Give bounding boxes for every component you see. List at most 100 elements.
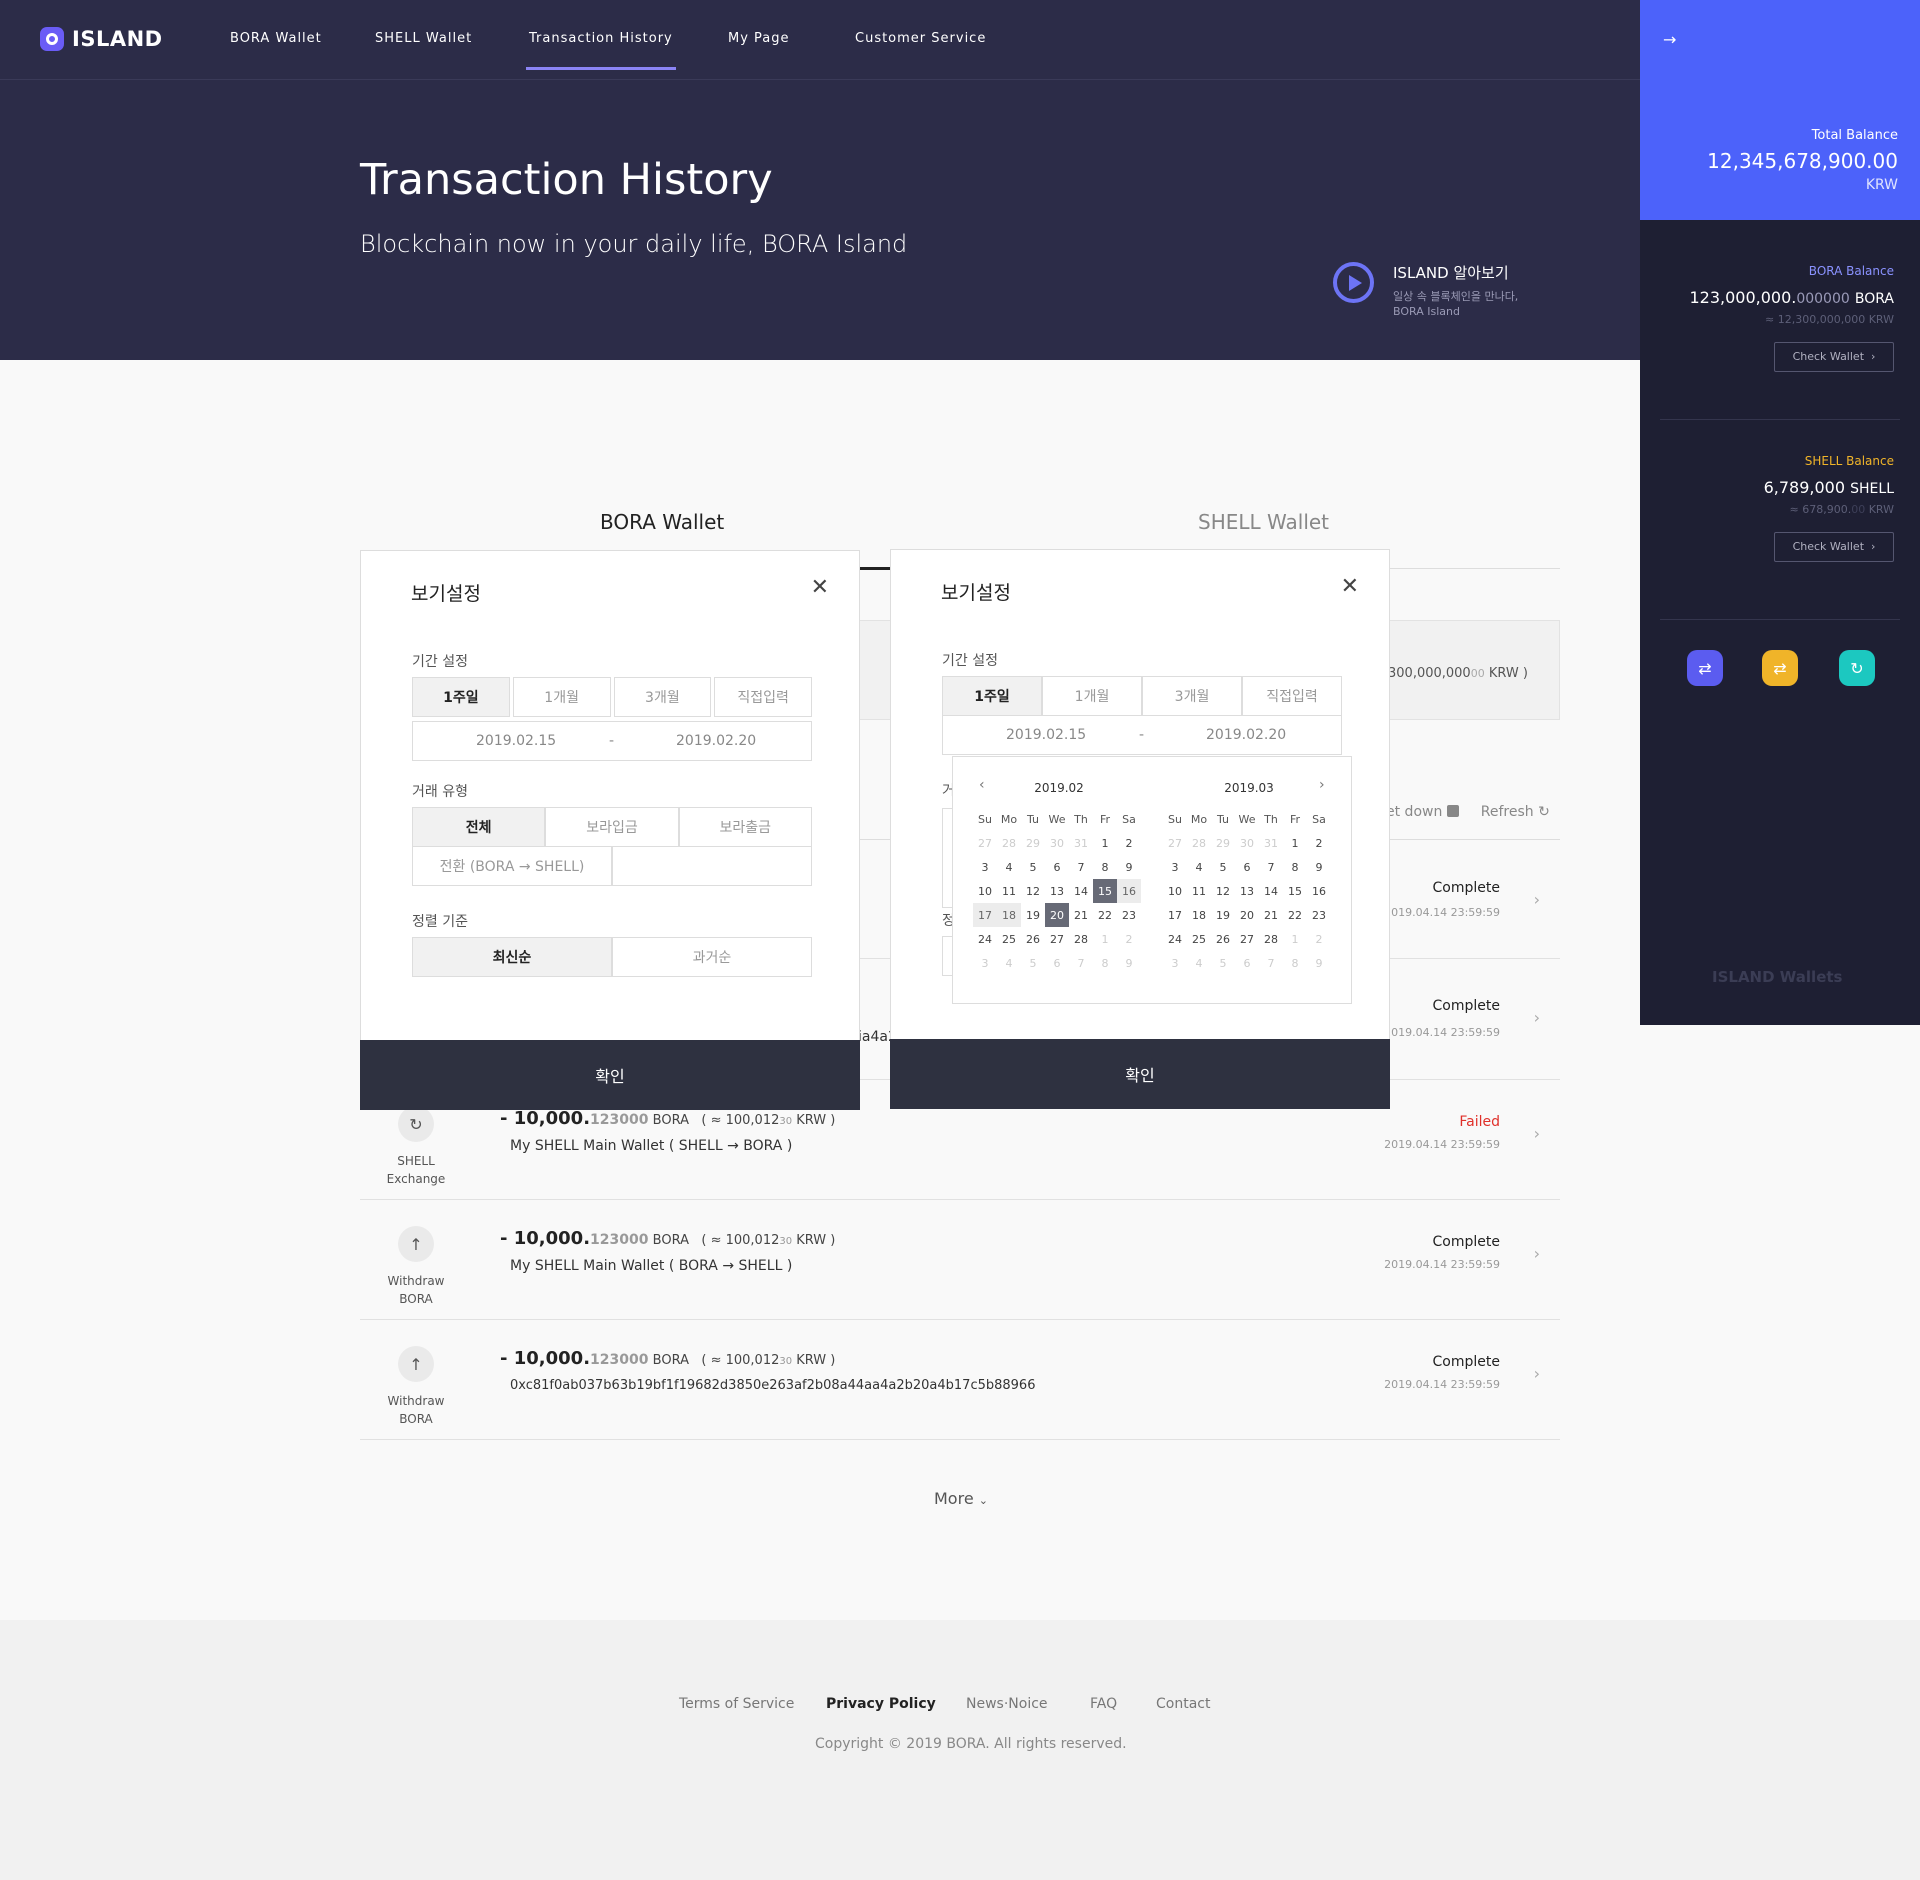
calendar-day[interactable]: 22 — [1283, 903, 1307, 927]
calendar-day[interactable]: 7 — [1069, 855, 1093, 879]
calendar-day[interactable]: 7 — [1069, 951, 1093, 975]
date-range-field[interactable]: 2019.02.15 - 2019.02.20 — [942, 715, 1342, 755]
period-1month[interactable]: 1개월 — [512, 677, 611, 717]
calendar-day[interactable]: 31 — [1259, 831, 1283, 855]
calendar-day[interactable]: 4 — [1187, 951, 1211, 975]
calendar-day[interactable]: 9 — [1307, 951, 1331, 975]
calendar-day[interactable]: 6 — [1235, 951, 1259, 975]
calendar-day[interactable]: 1 — [1283, 927, 1307, 951]
arrow-right-icon[interactable]: → — [1663, 30, 1676, 49]
calendar-day[interactable]: 27 — [1163, 831, 1187, 855]
calendar-day[interactable]: 6 — [1235, 855, 1259, 879]
calendar-day[interactable]: 21 — [1259, 903, 1283, 927]
calendar-day[interactable]: 13 — [1235, 879, 1259, 903]
calendar-day[interactable]: 8 — [1093, 855, 1117, 879]
nav-customer-service[interactable]: Customer Service — [855, 31, 986, 46]
type-all[interactable]: 전체 — [412, 807, 546, 847]
calendar-day[interactable]: 7 — [1259, 855, 1283, 879]
type-bora-deposit[interactable]: 보라입금 — [545, 807, 679, 847]
calendar-day[interactable]: 11 — [1187, 879, 1211, 903]
calendar-day[interactable]: 5 — [1211, 951, 1235, 975]
period-1week[interactable]: 1주일 — [412, 677, 510, 717]
bora-check-wallet-button[interactable]: Check Wallet › — [1774, 342, 1894, 372]
close-icon[interactable]: ✕ — [811, 575, 829, 600]
footer-privacy-link[interactable]: Privacy Policy — [826, 1696, 936, 1712]
calendar-day[interactable]: 20 — [1045, 903, 1069, 927]
confirm-button[interactable]: 확인 — [890, 1039, 1390, 1109]
footer-news-link[interactable]: News·Noice — [966, 1696, 1048, 1712]
calendar-day[interactable]: 13 — [1045, 879, 1069, 903]
calendar-day[interactable]: 3 — [1163, 951, 1187, 975]
nav-my-page[interactable]: My Page — [728, 31, 790, 46]
calendar-day[interactable]: 2 — [1117, 927, 1141, 951]
island-logo[interactable]: ISLAND — [40, 27, 163, 51]
sort-newest[interactable]: 최신순 — [412, 937, 612, 977]
calendar-day[interactable]: 5 — [1021, 855, 1045, 879]
calendar-day[interactable]: 5 — [1211, 855, 1235, 879]
calendar-day[interactable]: 12 — [1021, 879, 1045, 903]
calendar-day[interactable]: 27 — [1045, 927, 1069, 951]
calendar-day[interactable]: 28 — [1069, 927, 1093, 951]
calendar-day[interactable]: 29 — [1211, 831, 1235, 855]
calendar-day[interactable]: 3 — [973, 951, 997, 975]
calendar-day[interactable]: 18 — [1187, 903, 1211, 927]
calendar-day[interactable]: 14 — [1259, 879, 1283, 903]
calendar-day[interactable]: 25 — [997, 927, 1021, 951]
type-convert[interactable]: 전환 (BORA → SHELL) — [412, 846, 612, 886]
nav-bora-wallet[interactable]: BORA Wallet — [230, 31, 322, 46]
play-icon[interactable] — [1333, 262, 1374, 303]
type-bora-withdraw[interactable]: 보라출금 — [678, 807, 812, 847]
calendar-day[interactable]: 16 — [1117, 879, 1141, 903]
calendar-day[interactable]: 7 — [1259, 951, 1283, 975]
calendar-day[interactable]: 4 — [997, 855, 1021, 879]
calendar-day[interactable]: 10 — [1163, 879, 1187, 903]
calendar-day[interactable]: 24 — [973, 927, 997, 951]
calendar-day[interactable]: 20 — [1235, 903, 1259, 927]
exchange-icon[interactable]: ↻ — [1839, 650, 1875, 686]
island-intro-video[interactable]: ISLAND 알아보기 일상 속 블록체인을 만나다, BORA Island — [1333, 262, 1518, 318]
calendar-day[interactable]: 6 — [1045, 951, 1069, 975]
calendar-day[interactable]: 5 — [1021, 951, 1045, 975]
period-custom[interactable]: 직접입력 — [714, 677, 812, 717]
shell-check-wallet-button[interactable]: Check Wallet › — [1774, 532, 1894, 562]
calendar-day[interactable]: 9 — [1117, 855, 1141, 879]
calendar-day[interactable]: 8 — [1283, 951, 1307, 975]
footer-contact-link[interactable]: Contact — [1156, 1696, 1210, 1712]
calendar-day[interactable]: 27 — [973, 831, 997, 855]
confirm-button[interactable]: 확인 — [360, 1040, 860, 1110]
period-3month[interactable]: 3개월 — [1142, 676, 1242, 716]
transaction-row[interactable]: ↑ Withdraw BORA - 10,000.123000 BORA ( ≈ … — [360, 1200, 1560, 1320]
refresh-button[interactable]: Refresh ↻ — [1481, 804, 1550, 820]
nav-transaction-history[interactable]: Transaction History — [529, 31, 673, 46]
bora-transfer-icon[interactable]: ⇄ — [1687, 650, 1723, 686]
calendar-day[interactable]: 29 — [1021, 831, 1045, 855]
transaction-row[interactable]: ↑ Withdraw BORA - 10,000.123000 BORA ( ≈ … — [360, 1320, 1560, 1440]
calendar-day[interactable]: 1 — [1093, 927, 1117, 951]
calendar-day[interactable]: 3 — [1163, 855, 1187, 879]
calendar-day[interactable]: 28 — [1187, 831, 1211, 855]
calendar-day[interactable]: 17 — [973, 903, 997, 927]
calendar-day[interactable]: 4 — [1187, 855, 1211, 879]
calendar-day[interactable]: 10 — [973, 879, 997, 903]
calendar-day[interactable]: 28 — [1259, 927, 1283, 951]
calendar-day[interactable]: 26 — [1211, 927, 1235, 951]
setdown-button[interactable]: et down — [1386, 804, 1459, 820]
more-button[interactable]: More ⌄ — [934, 1489, 988, 1508]
calendar-day[interactable]: 1 — [1283, 831, 1307, 855]
calendar-day[interactable]: 22 — [1093, 903, 1117, 927]
calendar-day[interactable]: 16 — [1307, 879, 1331, 903]
calendar-day[interactable]: 21 — [1069, 903, 1093, 927]
footer-terms-link[interactable]: Terms of Service — [679, 1696, 794, 1712]
calendar-day[interactable]: 27 — [1235, 927, 1259, 951]
calendar-day[interactable]: 2 — [1307, 831, 1331, 855]
calendar-day[interactable]: 15 — [1093, 879, 1117, 903]
calendar-day[interactable]: 23 — [1117, 903, 1141, 927]
calendar-day[interactable]: 30 — [1045, 831, 1069, 855]
calendar-day[interactable]: 23 — [1307, 903, 1331, 927]
calendar-day[interactable]: 12 — [1211, 879, 1235, 903]
calendar-day[interactable]: 11 — [997, 879, 1021, 903]
calendar-day[interactable]: 30 — [1235, 831, 1259, 855]
calendar-day[interactable]: 19 — [1021, 903, 1045, 927]
calendar-day[interactable]: 26 — [1021, 927, 1045, 951]
nav-shell-wallet[interactable]: SHELL Wallet — [375, 31, 472, 46]
